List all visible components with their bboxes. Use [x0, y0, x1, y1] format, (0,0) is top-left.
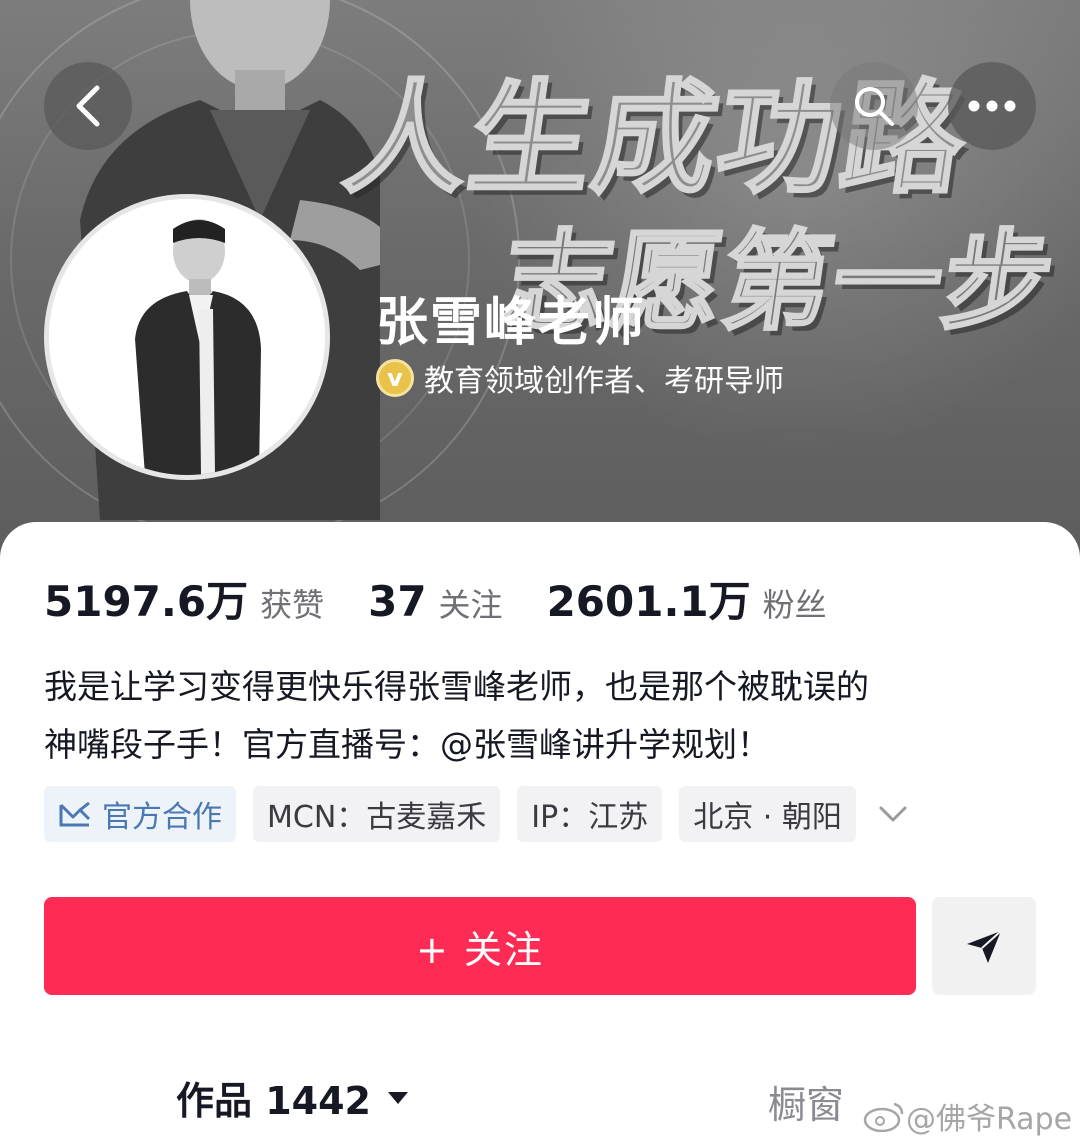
stat-likes[interactable]: 5197.6万 获赞 — [44, 568, 324, 629]
stats-row: 5197.6万 获赞 37 关注 2601.1万 粉丝 — [44, 568, 871, 629]
more-icon — [968, 100, 1016, 112]
share-button[interactable] — [932, 897, 1036, 995]
bio-line2[interactable]: 神嘴段子手！官方直播号：@张雪峰讲升学规划！ — [44, 716, 1024, 774]
tab-works[interactable]: 作品 1442 — [176, 1070, 409, 1125]
stat-likes-value: 5197.6万 — [44, 577, 249, 626]
stat-likes-label: 获赞 — [260, 586, 325, 624]
follow-button[interactable]: + 关注 — [44, 897, 916, 995]
bio: 我是让学习变得更快乐得张雪峰老师，也是那个被耽误的 神嘴段子手！官方直播号：@张… — [44, 658, 1024, 774]
more-button[interactable] — [948, 62, 1036, 150]
search-icon — [855, 87, 894, 126]
back-button[interactable] — [44, 62, 132, 150]
verification-row: v 教育领域创作者、考研导师 — [376, 356, 784, 400]
watermark-text: @佛爷Rape — [906, 1102, 1073, 1137]
stat-followers-label: 粉丝 — [762, 586, 827, 624]
tags-row: 官方合作 MCN：古麦嘉禾 IP：江苏 北京 · 朝阳 — [44, 786, 913, 842]
avatar[interactable] — [44, 194, 330, 480]
stat-following[interactable]: 37 关注 — [368, 577, 502, 626]
weibo-logo-icon — [863, 1102, 904, 1132]
stat-followers-value: 2601.1万 — [546, 577, 751, 626]
verified-badge-icon: v — [376, 359, 414, 397]
tag-ip[interactable]: IP：江苏 — [517, 786, 663, 842]
tag-location[interactable]: 北京 · 朝阳 — [679, 786, 856, 842]
expand-tags-button[interactable] — [873, 794, 913, 834]
bio-line1: 我是让学习变得更快乐得张雪峰老师，也是那个被耽误的 — [44, 667, 869, 706]
search-button[interactable] — [830, 62, 918, 150]
profile-banner: 人生成功路 志愿第一步 张雪峰老师 v 教育领域创作者、考研导师 — [0, 0, 1080, 560]
handshake-icon — [59, 801, 91, 827]
stat-following-value: 37 — [368, 577, 427, 626]
tag-mcn[interactable]: MCN：古麦嘉禾 — [253, 786, 501, 842]
profile-name: 张雪峰老师 — [376, 293, 647, 353]
tag-official-cooperation[interactable]: 官方合作 — [44, 786, 236, 842]
dropdown-triangle-icon — [388, 1091, 408, 1104]
tab-showcase[interactable]: 橱窗 — [768, 1074, 844, 1129]
verification-text: 教育领域创作者、考研导师 — [424, 364, 784, 399]
profile-card: 5197.6万 获赞 37 关注 2601.1万 粉丝 我是让学习变得更快乐得张… — [0, 522, 1080, 1144]
back-arrow-icon — [76, 85, 100, 127]
avatar-image — [49, 199, 325, 475]
send-icon — [967, 930, 1002, 963]
stat-followers[interactable]: 2601.1万 粉丝 — [547, 568, 827, 629]
watermark: @佛爷Rape — [862, 1094, 1072, 1138]
stat-following-label: 关注 — [438, 586, 503, 624]
tag-official-label: 官方合作 — [102, 800, 222, 835]
tab-works-label: 作品 1442 — [176, 1079, 371, 1123]
chevron-down-icon — [879, 806, 907, 822]
